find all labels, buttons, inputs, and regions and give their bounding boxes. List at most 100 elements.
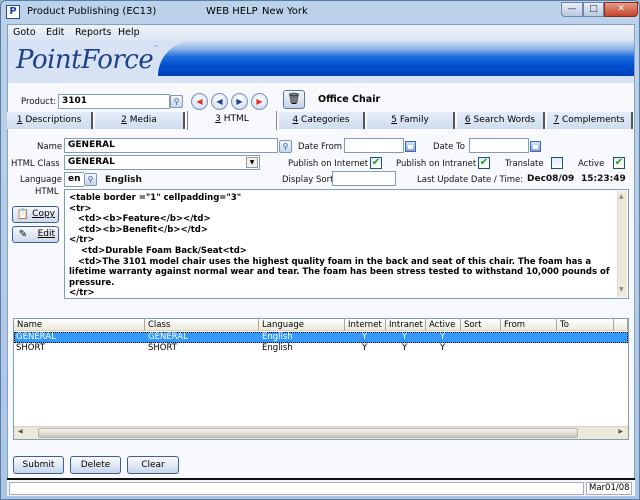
last-update-date: Dec08/09	[527, 174, 575, 184]
date-from-calendar-icon[interactable]	[405, 141, 416, 152]
tab-descriptions[interactable]: 1 Descriptions	[7, 112, 93, 129]
search-icon: ⚲	[282, 142, 289, 151]
cell-active: Y	[440, 332, 446, 342]
banner-wave	[158, 41, 634, 76]
menu-goto[interactable]: Goto	[13, 27, 36, 38]
copy-label: Copy	[32, 209, 55, 219]
tab-categories[interactable]: 4 Categories	[279, 112, 365, 129]
html-entries-table: Name Class Language Internet Intranet Ac…	[13, 318, 629, 440]
last-arrow-icon: ▶	[256, 97, 263, 106]
cell-language: English	[262, 343, 293, 353]
tab-family[interactable]: 5 Family	[367, 112, 455, 129]
brand-name: PointForce	[16, 45, 154, 75]
menu-reports[interactable]: Reports	[75, 27, 111, 38]
tab-search-words[interactable]: 6 Search Words	[457, 112, 545, 129]
delete-button[interactable]: Delete	[70, 456, 121, 474]
column-header-from[interactable]: From	[501, 319, 557, 331]
tab-complements-label: Complements	[559, 115, 625, 125]
product-input[interactable]: 3101	[58, 94, 170, 109]
submit-button[interactable]: Submit	[13, 456, 64, 474]
delete-product-button[interactable]: 🗑	[283, 90, 305, 109]
column-header-to[interactable]: To	[557, 319, 614, 331]
edit-icon: ✎	[18, 229, 28, 240]
cell-class: SHORT	[148, 343, 177, 353]
column-header-class[interactable]: Class	[145, 319, 259, 331]
cell-intranet: Y	[402, 332, 408, 342]
active-checkbox[interactable]: ✔	[613, 157, 625, 169]
chevron-down-icon[interactable]: ▼	[246, 157, 258, 168]
copy-button[interactable]: 📋 Copy	[12, 206, 59, 223]
web-help-link[interactable]: WEB HELP	[206, 6, 258, 17]
tab-complements[interactable]: 7 Complements	[547, 112, 633, 129]
tab-media[interactable]: 2 Media	[95, 112, 185, 129]
column-header-active[interactable]: Active	[426, 319, 461, 331]
minimize-icon: —	[567, 4, 577, 14]
active-label: Active	[578, 159, 605, 169]
previous-record-button[interactable]: ◀	[211, 93, 228, 110]
status-date: Mar01/08	[586, 482, 632, 495]
html-content-text: <table border ="1" cellpadding="3" <tr> …	[69, 193, 610, 299]
edit-button[interactable]: ✎ Edit	[12, 226, 59, 243]
html-class-select[interactable]: GENERAL ▼	[64, 155, 260, 170]
trademark: ™	[153, 45, 158, 51]
cell-internet: Y	[362, 343, 368, 353]
menu-edit[interactable]: Edit	[46, 27, 64, 38]
first-arrow-icon: ◀	[196, 97, 203, 106]
first-record-button[interactable]: ◀	[191, 93, 208, 110]
previous-arrow-icon: ◀	[216, 97, 223, 106]
cell-internet: Y	[362, 332, 368, 342]
last-update-time: 15:23:49	[581, 174, 626, 184]
column-header-internet[interactable]: Internet	[345, 319, 386, 331]
cell-class: GENERAL	[148, 332, 188, 342]
column-header-sort[interactable]: Sort	[461, 319, 501, 331]
scroll-right-icon[interactable]: ▶	[618, 428, 623, 435]
minimize-button[interactable]: —	[561, 2, 583, 17]
html-vertical-scrollbar[interactable]: ▲ ▼	[617, 191, 627, 297]
table-row[interactable]: SHORT SHORT English Y Y Y	[14, 343, 628, 354]
app-window: P Product Publishing (EC13) WEB HELP New…	[0, 0, 640, 500]
product-lookup-button[interactable]: ⚲	[170, 95, 183, 108]
check-icon: ✔	[614, 157, 624, 168]
scroll-up-icon[interactable]: ▲	[619, 192, 624, 203]
html-content-textarea[interactable]: <table border ="1" cellpadding="3" <tr> …	[64, 189, 629, 299]
cell-active: Y	[440, 343, 446, 353]
menu-help[interactable]: Help	[118, 27, 140, 38]
table-row[interactable]: GENERAL GENERAL English Y Y Y	[14, 332, 628, 343]
clear-button[interactable]: Clear	[127, 456, 179, 474]
search-icon: ⚲	[87, 175, 94, 184]
publish-internet-checkbox[interactable]: ✔	[370, 157, 382, 169]
date-from-input[interactable]	[344, 138, 404, 153]
next-record-button[interactable]: ▶	[231, 93, 248, 110]
column-header-language[interactable]: Language	[259, 319, 345, 331]
display-sort-input[interactable]	[332, 171, 396, 186]
scrollbar-thumb[interactable]	[38, 428, 578, 438]
title-bar: P Product Publishing (EC13) WEB HELP New…	[1, 1, 639, 23]
last-record-button[interactable]: ▶	[251, 93, 268, 110]
scroll-left-icon[interactable]: ◀	[18, 428, 23, 435]
scroll-down-icon[interactable]: ▼	[619, 285, 624, 296]
close-button[interactable]: ✕	[604, 2, 638, 17]
name-lookup-button[interactable]: ⚲	[279, 140, 292, 153]
maximize-button[interactable]: □	[583, 2, 604, 17]
tab-html[interactable]: 3 HTML	[187, 111, 277, 130]
column-header-extra[interactable]	[614, 319, 628, 331]
column-header-name[interactable]: Name	[14, 319, 145, 331]
name-input[interactable]: GENERAL	[64, 138, 278, 153]
brand-banner: PointForce™	[8, 41, 634, 83]
publish-intranet-checkbox[interactable]: ✔	[478, 157, 490, 169]
product-description: Office Chair	[318, 94, 381, 105]
next-arrow-icon: ▶	[236, 97, 243, 106]
display-sort-label: Display Sort	[282, 175, 334, 185]
table-horizontal-scrollbar[interactable]: ◀ ▶	[14, 426, 628, 439]
language-code-input[interactable]: en	[64, 172, 84, 187]
date-from-label: Date From	[298, 142, 343, 152]
check-icon: ✔	[371, 157, 381, 168]
cell-name: SHORT	[16, 343, 45, 353]
column-header-intranet[interactable]: Intranet	[386, 319, 426, 331]
translate-checkbox[interactable]	[551, 157, 563, 169]
cell-intranet: Y	[402, 343, 408, 353]
date-to-input[interactable]	[469, 138, 529, 153]
date-to-calendar-icon[interactable]	[530, 141, 541, 152]
copy-icon: 📋	[16, 209, 30, 220]
language-lookup-button[interactable]: ⚲	[84, 173, 97, 186]
